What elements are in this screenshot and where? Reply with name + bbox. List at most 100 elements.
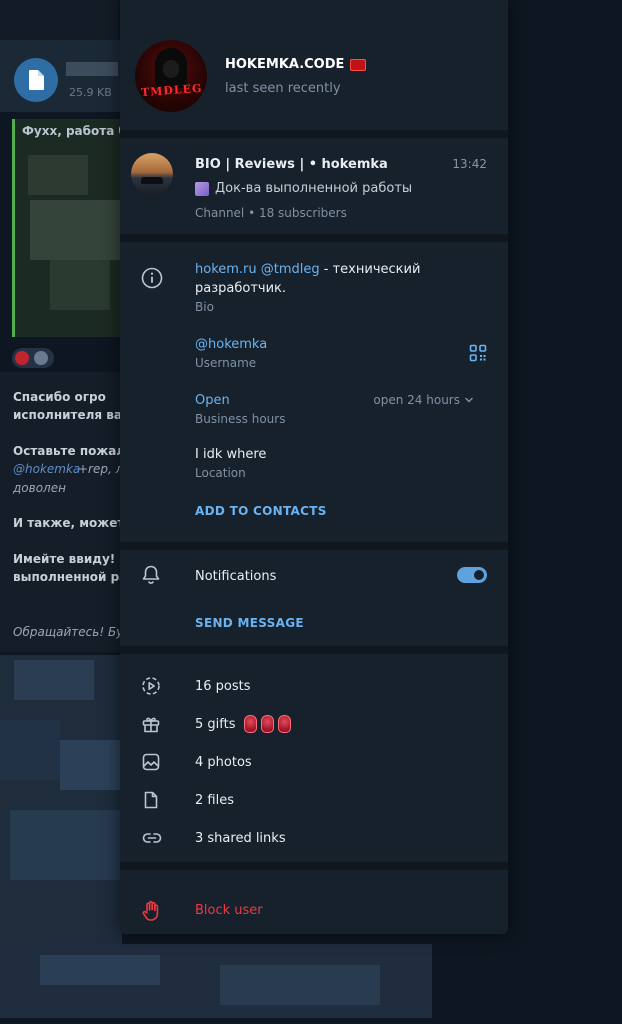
shared-media-section: 16 posts 5 gifts 4 photos 2 files 3 shar… xyxy=(120,654,508,862)
message-line: Обращайтесь! Бу xyxy=(13,625,124,639)
media-row-posts[interactable]: 16 posts xyxy=(120,667,508,705)
location-value: I idk where xyxy=(195,447,267,462)
profile-status: last seen recently xyxy=(225,81,341,96)
channel-meta: Channel • 18 subscribers xyxy=(195,206,347,220)
section-divider xyxy=(120,130,508,138)
pixel-block xyxy=(0,720,60,780)
profile-avatar[interactable]: TMDLEG xyxy=(135,40,207,112)
gift-sticker-icon xyxy=(260,715,274,733)
photos-count: 4 photos xyxy=(195,754,252,770)
bio-label: Bio xyxy=(195,300,214,314)
toggle-knob xyxy=(472,568,486,582)
channel-last-post: Док-ва выполненной работы xyxy=(195,181,412,196)
bio-text-2: разработчик. xyxy=(195,281,287,296)
channel-time: 13:42 xyxy=(452,157,487,171)
message-line: И также, может xyxy=(13,516,125,530)
section-divider xyxy=(120,862,508,870)
pixel-block xyxy=(50,260,110,310)
photo-icon xyxy=(141,752,161,776)
premium-emoji-icon xyxy=(350,58,367,71)
username-label: Username xyxy=(195,356,257,370)
business-hours-summary: open 24 hours xyxy=(373,393,460,407)
send-message-button[interactable]: SEND MESSAGE xyxy=(195,616,304,630)
pixel-block xyxy=(14,660,94,700)
notifications-label: Notifications xyxy=(195,569,277,584)
quote-title: Фухх, работа б xyxy=(22,124,127,138)
gift-sticker-icon xyxy=(243,715,257,733)
gifts-count: 5 gifts xyxy=(195,716,236,732)
message-line: Имейте ввиду! I xyxy=(13,552,124,566)
hand-stop-icon xyxy=(141,900,161,926)
media-row-gifts[interactable]: 5 gifts xyxy=(120,705,508,743)
gifts-row: 5 gifts xyxy=(195,715,291,733)
pixel-block xyxy=(10,810,120,880)
posts-count: 16 posts xyxy=(195,678,251,694)
gift-icon xyxy=(141,714,161,738)
channel-name: BIO | Reviews | • hokemka xyxy=(195,157,388,172)
bio-row: hokem.ru @tmdleg - технический разработч… xyxy=(195,260,420,314)
section-divider xyxy=(120,234,508,242)
profile-name-text: HOKEMKA.CODE xyxy=(225,57,345,72)
file-icon[interactable] xyxy=(14,58,58,102)
bio-link-website[interactable]: hokem.ru xyxy=(195,262,257,277)
notifications-toggle[interactable] xyxy=(457,567,487,583)
reaction-icon xyxy=(15,351,29,365)
info-section: hokem.ru @tmdleg - технический разработч… xyxy=(120,242,508,542)
info-icon xyxy=(141,267,163,293)
pixel-block xyxy=(40,955,160,985)
links-count: 3 shared links xyxy=(195,830,286,846)
car-silhouette xyxy=(141,177,163,184)
stories-icon xyxy=(141,676,161,700)
section-divider xyxy=(120,542,508,550)
media-row-photos[interactable]: 4 photos xyxy=(120,743,508,781)
block-user-label: Block user xyxy=(195,903,263,918)
profile-name: HOKEMKA.CODE xyxy=(225,57,367,72)
media-row-files[interactable]: 2 files xyxy=(120,781,508,819)
username-value[interactable]: @hokemka xyxy=(195,335,267,354)
avatar-face xyxy=(163,60,179,78)
reaction-avatar xyxy=(34,351,48,365)
qr-code-icon[interactable] xyxy=(469,344,487,366)
location-row[interactable]: I idk where Location xyxy=(195,445,266,480)
add-to-contacts-button[interactable]: ADD TO CONTACTS xyxy=(195,504,327,518)
bio-text-1: - технический xyxy=(319,262,421,277)
business-hours-label: Business hours xyxy=(195,412,286,426)
files-count: 2 files xyxy=(195,792,234,808)
pixel-block xyxy=(30,200,120,260)
message-line: Спасибо огро xyxy=(13,390,106,404)
link-icon xyxy=(141,828,163,852)
channel-last-post-text: Док-ва выполненной работы xyxy=(215,181,413,196)
message-link[interactable]: @hokemka xyxy=(13,462,80,476)
message-line: +rep, л xyxy=(78,462,124,476)
section-divider xyxy=(120,646,508,654)
notifications-section: Notifications SEND MESSAGE xyxy=(120,550,508,646)
business-hours-row[interactable]: Open Business hours xyxy=(195,391,285,426)
username-row[interactable]: @hokemka Username xyxy=(195,335,267,370)
business-hours-status: Open xyxy=(195,393,230,408)
pixel-block xyxy=(28,155,88,195)
pixel-block xyxy=(60,740,122,790)
file-name-blur xyxy=(66,62,118,76)
business-hours-toggle[interactable]: open 24 hours xyxy=(373,393,474,407)
chevron-down-icon xyxy=(465,397,473,403)
location-label: Location xyxy=(195,466,246,480)
message-line: доволен xyxy=(13,481,66,495)
file-size: 25.9 KB xyxy=(69,86,112,99)
gift-sticker-icon xyxy=(277,715,291,733)
avatar-text: TMDLEG xyxy=(140,81,203,100)
personal-channel[interactable]: BIO | Reviews | • hokemka 13:42 Док-ва в… xyxy=(120,138,508,234)
pixel-block xyxy=(220,965,380,1005)
profile-header: TMDLEG HOKEMKA.CODE last seen recently xyxy=(120,0,508,130)
bell-icon xyxy=(141,564,161,590)
profile-panel: TMDLEG HOKEMKA.CODE last seen recently B… xyxy=(120,0,508,934)
message-line: Оставьте пожал xyxy=(13,444,126,458)
bio-link-mention[interactable]: @tmdleg xyxy=(261,262,320,277)
file-icon xyxy=(141,790,161,814)
block-user-button[interactable]: Block user xyxy=(120,870,508,934)
post-thumbnail-icon xyxy=(195,181,209,196)
message-line: исполнителя ва xyxy=(13,408,123,422)
media-row-links[interactable]: 3 shared links xyxy=(120,819,508,857)
message-line: выполненной ра xyxy=(13,570,128,584)
bio-text: hokem.ru @tmdleg - технический разработч… xyxy=(195,260,420,298)
channel-avatar xyxy=(131,153,173,195)
